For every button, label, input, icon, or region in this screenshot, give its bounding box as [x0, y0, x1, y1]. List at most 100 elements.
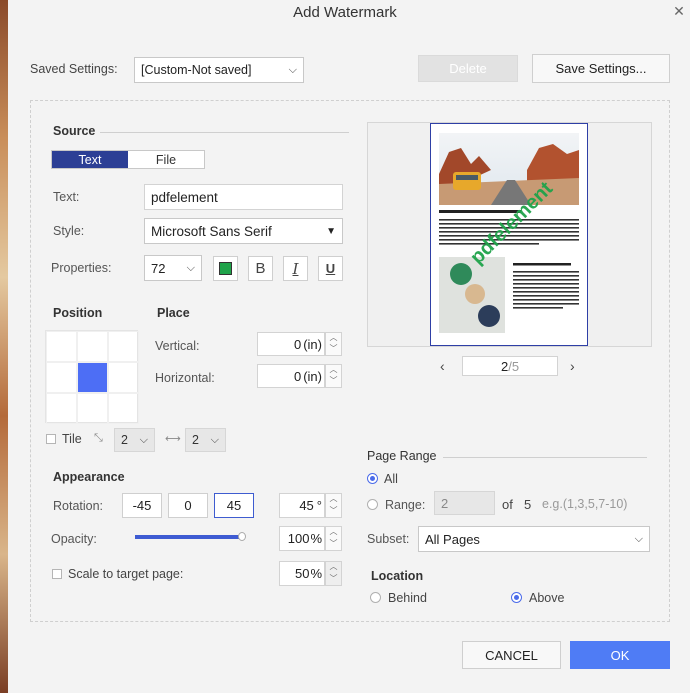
- rotation-preset-0[interactable]: 0: [168, 493, 208, 518]
- tile-checkbox[interactable]: [46, 434, 56, 444]
- source-divider: [100, 132, 349, 133]
- position-cell-bottom-left[interactable]: [46, 393, 77, 424]
- scale-unit: %: [310, 566, 322, 581]
- opacity-stepper[interactable]: ︿ ﹀: [325, 526, 342, 551]
- scale-input[interactable]: 50 %: [279, 561, 325, 586]
- range-all-label: All: [384, 472, 398, 486]
- ok-button[interactable]: OK: [570, 641, 670, 669]
- chevron-down-icon[interactable]: ﹀: [326, 574, 341, 586]
- range-input[interactable]: 2: [434, 491, 495, 515]
- saved-settings-select[interactable]: [Custom-Not saved] ⌵: [134, 57, 304, 83]
- position-cell-center[interactable]: [77, 362, 108, 393]
- position-cell-top-right[interactable]: [108, 331, 139, 362]
- chevron-up-icon[interactable]: ︿: [326, 494, 341, 506]
- position-cell-bottom-center[interactable]: [77, 393, 108, 424]
- chevron-down-icon[interactable]: ﹀: [326, 506, 341, 518]
- chevron-up-icon[interactable]: ︿: [326, 365, 341, 376]
- location-above-radio[interactable]: [511, 592, 522, 603]
- opacity-slider-fill: [135, 535, 243, 539]
- tab-file[interactable]: File: [128, 151, 204, 168]
- scale-checkbox[interactable]: [52, 569, 62, 579]
- close-icon[interactable]: ✕: [672, 4, 686, 18]
- opacity-label: Opacity:: [51, 532, 97, 546]
- vertical-offset-input[interactable]: 0 (in): [257, 332, 325, 356]
- watermark-text-input[interactable]: pdfelement: [144, 184, 343, 210]
- tile-cols-select[interactable]: 2 ⌵: [185, 428, 226, 452]
- properties-label: Properties:: [51, 261, 112, 275]
- dialog-title: Add Watermark: [293, 4, 397, 21]
- range-hint: e.g.(1,3,5,7-10): [542, 497, 628, 511]
- rotation-preset-minus45[interactable]: -45: [122, 493, 162, 518]
- save-settings-button[interactable]: Save Settings...: [532, 54, 670, 83]
- chevron-up-icon[interactable]: ︿: [326, 562, 341, 574]
- saved-settings-label: Saved Settings:: [30, 62, 118, 76]
- page-number-input[interactable]: 2/5: [462, 356, 558, 376]
- underline-button[interactable]: U: [318, 256, 343, 281]
- horizontal-unit: (in): [303, 368, 322, 384]
- chevron-down-icon[interactable]: ﹀: [326, 539, 341, 551]
- location-above-label: Above: [529, 591, 565, 605]
- rotation-value: 45: [299, 498, 314, 513]
- italic-icon: I: [292, 259, 299, 278]
- chevron-down-icon: ⌵: [139, 433, 148, 446]
- chevron-down-icon[interactable]: ﹀: [326, 344, 341, 355]
- tile-rows-icon: ⤡: [94, 432, 103, 444]
- horizontal-stepper[interactable]: ︿ ﹀: [325, 364, 342, 388]
- location-behind-radio[interactable]: [370, 592, 381, 603]
- horizontal-offset-input[interactable]: 0 (in): [257, 364, 325, 388]
- rotation-input[interactable]: 45 °: [279, 493, 325, 518]
- range-all-radio[interactable]: [367, 473, 378, 484]
- subset-label: Subset:: [367, 532, 410, 546]
- bold-icon: B: [255, 260, 266, 277]
- opacity-value: 100: [287, 531, 310, 546]
- delete-button[interactable]: Delete: [418, 55, 518, 82]
- range-label: Range:: [385, 498, 426, 512]
- vertical-unit: (in): [303, 336, 322, 352]
- opacity-slider-handle[interactable]: [238, 532, 246, 541]
- font-style-select[interactable]: Microsoft Sans Serif ▼: [144, 218, 343, 244]
- position-cell-middle-right[interactable]: [108, 362, 139, 393]
- subset-select[interactable]: All Pages ⌵: [418, 526, 650, 552]
- text-label: Text:: [53, 190, 80, 204]
- rotation-preset-45[interactable]: 45: [214, 493, 254, 518]
- opacity-slider-track[interactable]: [135, 535, 243, 539]
- horizontal-label: Horizontal:: [155, 371, 215, 385]
- page-range-title: Page Range: [367, 449, 437, 463]
- range-of-label: of: [502, 497, 513, 512]
- background-app-strip: [0, 0, 8, 693]
- chevron-up-icon[interactable]: ︿: [326, 333, 341, 344]
- tile-rows-value: 2: [121, 433, 128, 447]
- chevron-down-icon[interactable]: ﹀: [326, 376, 341, 387]
- opacity-input[interactable]: 100 %: [279, 526, 325, 551]
- font-color-button[interactable]: [213, 256, 238, 281]
- rotation-label: Rotation:: [53, 499, 104, 513]
- range-of-total: 5: [524, 497, 532, 512]
- bold-button[interactable]: B: [248, 256, 273, 281]
- font-style-value: Microsoft Sans Serif: [151, 223, 272, 239]
- next-page-icon[interactable]: ›: [570, 358, 575, 374]
- scale-stepper[interactable]: ︿ ﹀: [325, 561, 342, 586]
- color-swatch: [219, 262, 232, 275]
- position-cell-top-left[interactable]: [46, 331, 77, 362]
- cancel-button[interactable]: CANCEL: [462, 641, 561, 669]
- chevron-down-icon: ⌵: [288, 63, 297, 76]
- font-size-select[interactable]: 72 ⌵: [144, 255, 202, 281]
- italic-button[interactable]: I: [283, 256, 308, 281]
- position-section-title: Position: [53, 306, 103, 320]
- position-cell-middle-left[interactable]: [46, 362, 77, 393]
- prev-page-icon[interactable]: ‹: [440, 358, 445, 374]
- vertical-label: Vertical:: [155, 339, 200, 353]
- range-custom-radio[interactable]: [367, 499, 378, 510]
- tab-text[interactable]: Text: [52, 151, 128, 168]
- tile-rows-select[interactable]: 2 ⌵: [114, 428, 155, 452]
- vertical-stepper[interactable]: ︿ ﹀: [325, 332, 342, 356]
- font-size-value: 72: [151, 260, 166, 276]
- chevron-up-icon[interactable]: ︿: [326, 527, 341, 539]
- rotation-stepper[interactable]: ︿ ﹀: [325, 493, 342, 518]
- position-cell-bottom-right[interactable]: [108, 393, 139, 424]
- chevron-down-icon: ⌵: [210, 433, 219, 446]
- horizontal-value: 0: [293, 368, 302, 384]
- position-cell-top-center[interactable]: [77, 331, 108, 362]
- page-current: 2: [500, 358, 509, 374]
- underline-icon: U: [325, 261, 336, 276]
